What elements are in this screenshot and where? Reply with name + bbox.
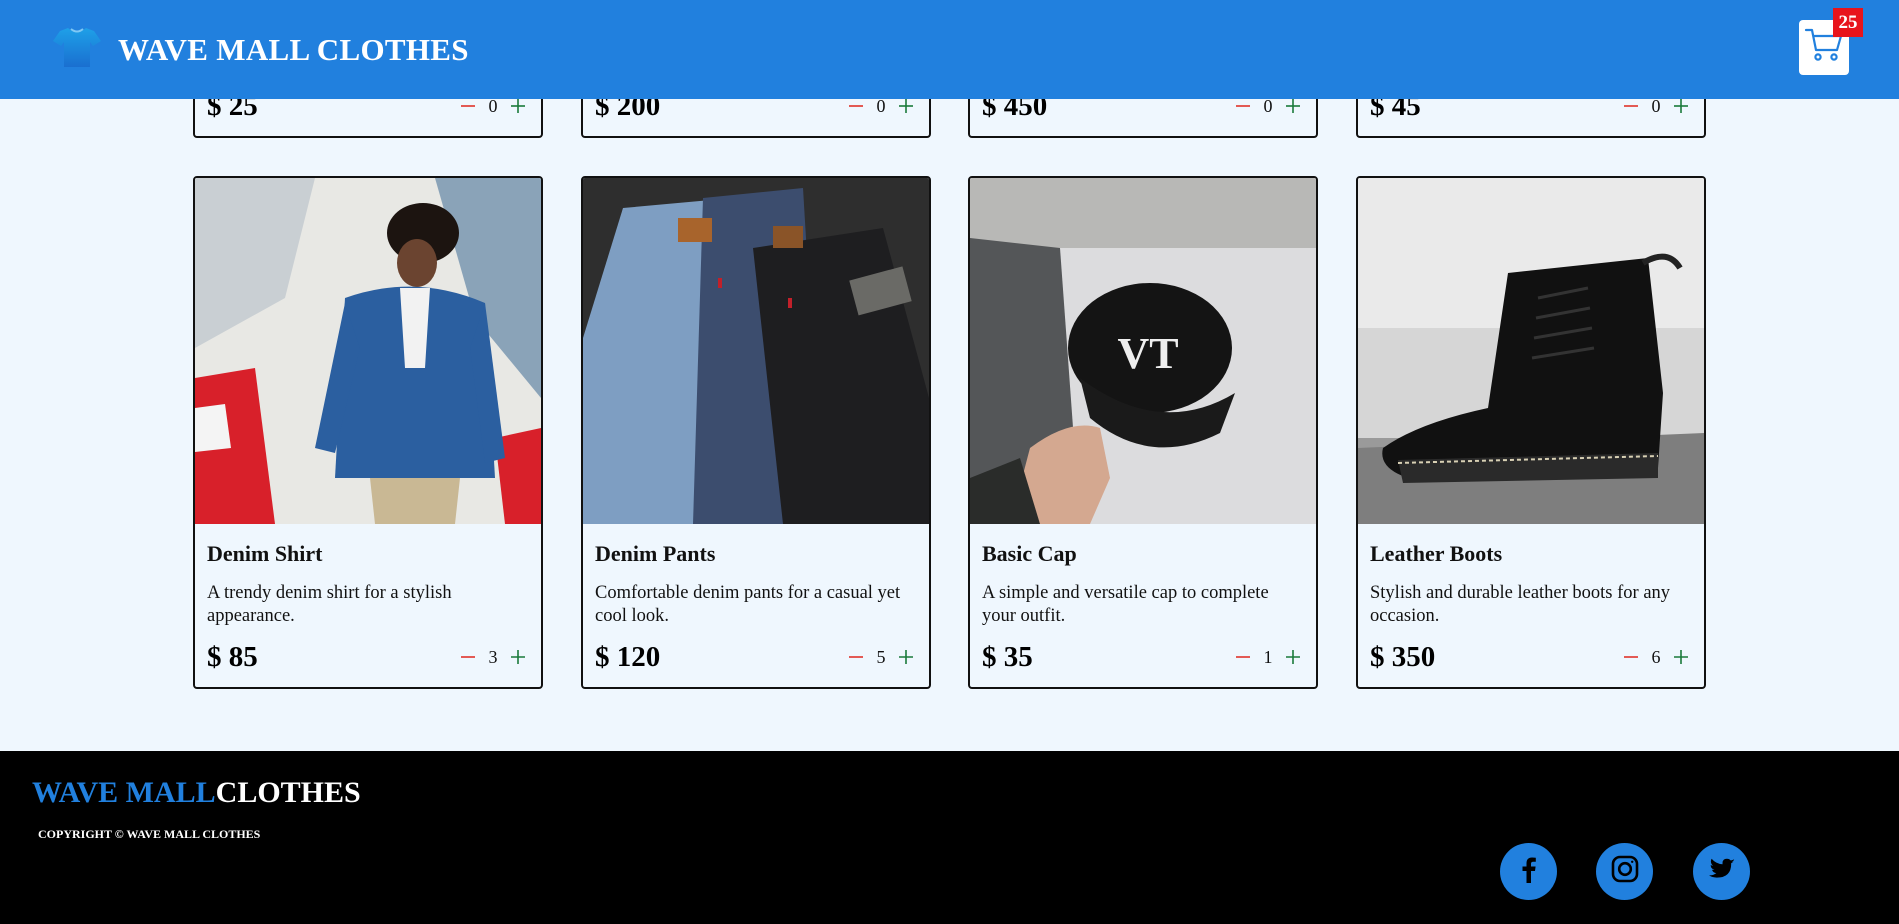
minus-icon[interactable] [1620, 646, 1642, 668]
quantity-stepper: 1 [1232, 646, 1304, 668]
footer-brand-part2: CLOTHES [215, 776, 361, 809]
plus-icon[interactable] [895, 646, 917, 668]
instagram-link[interactable] [1596, 843, 1653, 900]
quantity-stepper: 6 [1620, 646, 1692, 668]
minus-icon[interactable] [845, 646, 867, 668]
facebook-link[interactable] [1500, 843, 1557, 900]
site-header: WAVE MALL CLOTHES 25 [0, 0, 1899, 99]
twitter-link[interactable] [1693, 843, 1750, 900]
plus-icon[interactable] [1282, 646, 1304, 668]
instagram-icon [1609, 853, 1641, 890]
quantity-stepper: 3 [457, 646, 529, 668]
quantity-stepper: 5 [845, 646, 917, 668]
cart-count-badge: 25 [1833, 8, 1863, 37]
quantity-value: 6 [1651, 646, 1661, 667]
product-name: Leather Boots [1370, 541, 1503, 566]
quantity-value: 5 [876, 646, 886, 667]
twitter-icon [1706, 853, 1738, 890]
minus-icon[interactable] [1232, 646, 1254, 668]
product-name: Denim Pants [595, 541, 716, 566]
minus-icon[interactable] [457, 646, 479, 668]
cart-button[interactable]: 25 [1799, 8, 1863, 75]
footer-brand: WAVE MALLCLOTHES [32, 776, 361, 810]
price-row: $ 35 1 [982, 641, 1304, 673]
product-name: Basic Cap [982, 541, 1077, 566]
product-card-leather-boots: Leather Boots Stylish and durable leathe… [1356, 176, 1706, 689]
quantity-value: 1 [1263, 646, 1273, 667]
site-footer: WAVE MALLCLOTHES COPYRIGHT © WAVE MALL C… [0, 751, 1899, 924]
price-row: $ 350 6 [1370, 641, 1692, 673]
product-price: $ 120 [595, 640, 661, 673]
price-row: $ 120 5 [595, 641, 917, 673]
quantity-value: 3 [488, 646, 498, 667]
leather-boots-photo [1358, 178, 1704, 524]
basic-cap-photo: VT [970, 178, 1316, 524]
product-price: $ 35 [982, 640, 1033, 673]
plus-icon[interactable] [507, 646, 529, 668]
product-description: Stylish and durable leather boots for an… [1370, 583, 1671, 626]
tshirt-icon [52, 25, 102, 74]
product-card-basic-cap: VT Basic Cap A simple and versatile cap … [968, 176, 1318, 689]
brand[interactable]: WAVE MALL CLOTHES [52, 25, 469, 74]
product-description: A trendy denim shirt for a stylish appea… [207, 583, 452, 626]
site-title: WAVE MALL CLOTHES [118, 31, 469, 67]
denim-pants-photo [583, 178, 929, 524]
product-description: Comfortable denim pants for a casual yet… [595, 583, 901, 626]
product-card-denim-shirt: Denim Shirt A trendy denim shirt for a s… [193, 176, 543, 689]
svg-text:VT: VT [1117, 329, 1178, 378]
footer-brand-part1: WAVE MALL [32, 776, 216, 809]
product-card-denim-pants: Denim Pants Comfortable denim pants for … [581, 176, 931, 689]
plus-icon[interactable] [1670, 646, 1692, 668]
product-name: Denim Shirt [207, 541, 323, 566]
facebook-icon [1513, 853, 1545, 890]
copyright-text: COPYRIGHT © WAVE MALL CLOTHES [38, 827, 261, 841]
product-description: A simple and versatile cap to complete y… [982, 583, 1269, 626]
product-price: $ 85 [207, 640, 258, 673]
product-price: $ 350 [1370, 640, 1436, 673]
price-row: $ 85 3 [207, 641, 529, 673]
denim-shirt-photo [195, 178, 541, 524]
